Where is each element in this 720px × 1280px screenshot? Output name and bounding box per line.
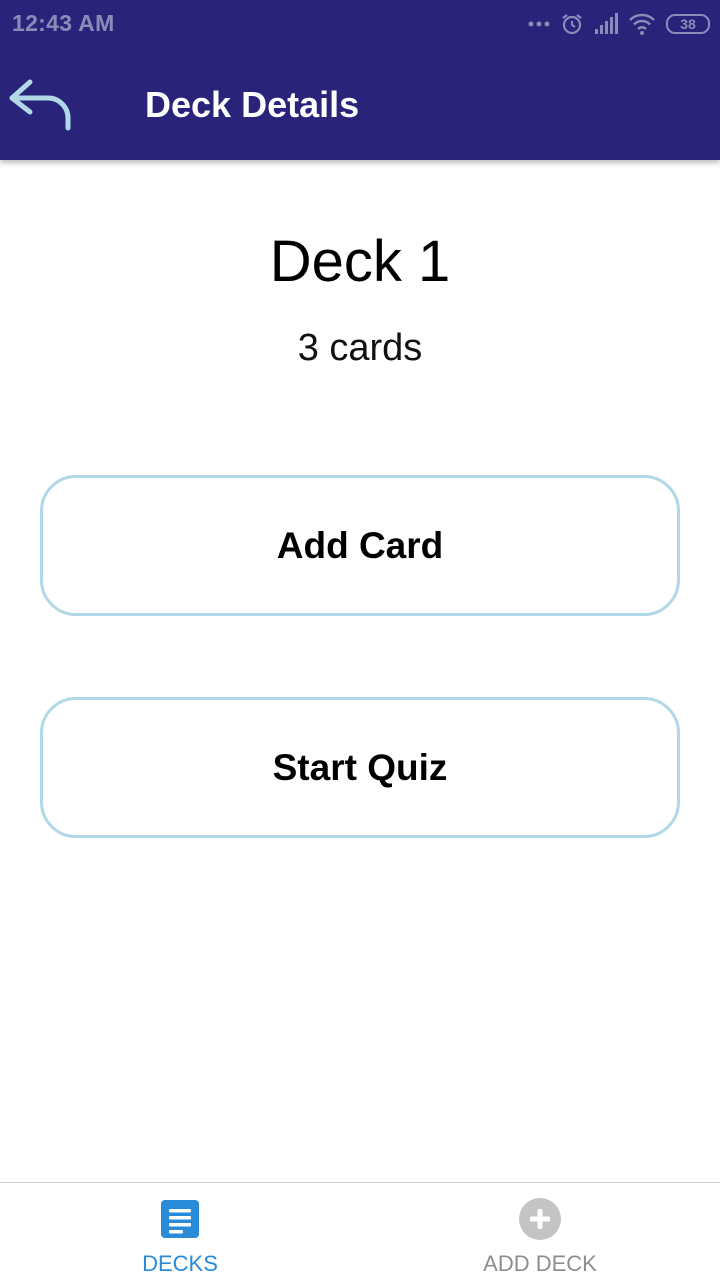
tab-add-deck-label: ADD DECK [483, 1251, 597, 1276]
page-title: Deck Details [145, 84, 360, 125]
wifi-icon [628, 13, 656, 35]
status-time: 12:43 AM [12, 10, 115, 36]
more-dots-icon [528, 20, 550, 28]
back-arrow-icon [4, 79, 76, 140]
signal-icon [594, 13, 618, 35]
back-button[interactable] [4, 72, 76, 136]
app-bar: Deck Details [0, 50, 720, 160]
tab-add-deck[interactable]: ADD DECK [360, 1183, 720, 1280]
add-card-button[interactable]: Add Card [40, 475, 680, 616]
alarm-icon [560, 12, 584, 36]
deck-title: Deck 1 [269, 229, 451, 294]
add-circle-icon [519, 1198, 561, 1240]
bottom-tab-bar: DECKS ADD DECK [0, 1182, 720, 1280]
deck-card-count: 3 cards [297, 327, 423, 369]
status-bar: 12:43 AM 38 [0, 0, 720, 50]
start-quiz-button[interactable]: Start Quiz [40, 697, 680, 838]
battery-icon: 38 [666, 14, 710, 34]
status-icons: 38 [528, 10, 710, 38]
tab-decks-label: DECKS [142, 1251, 218, 1276]
deck-list-icon [160, 1199, 200, 1239]
tab-decks[interactable]: DECKS [0, 1183, 360, 1280]
